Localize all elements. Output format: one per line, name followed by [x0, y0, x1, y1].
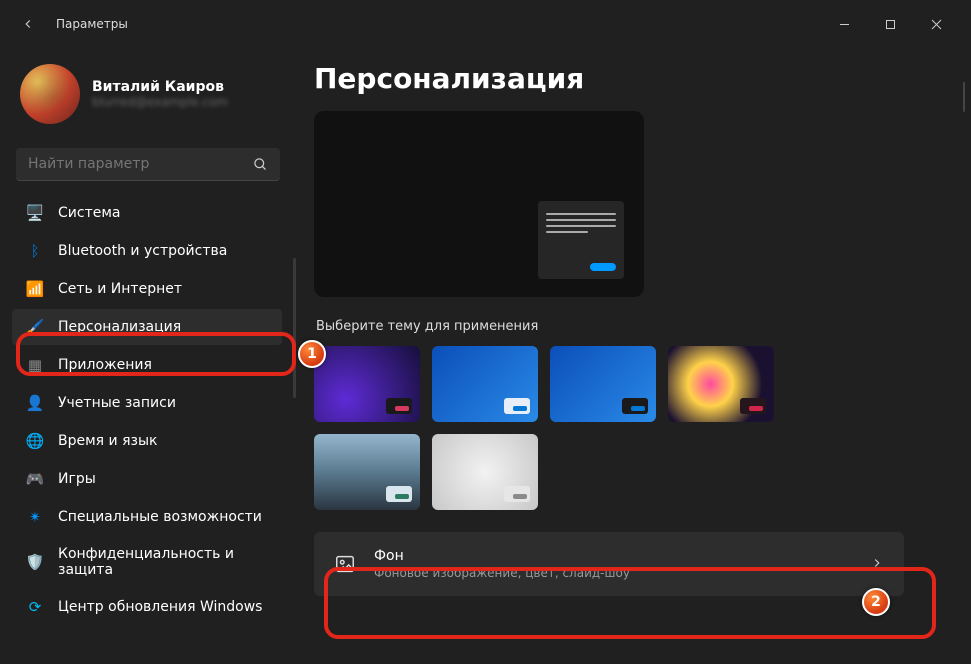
sidebar-item-9[interactable]: 🛡️ Конфиденциальность и защита	[12, 537, 282, 587]
arrow-left-icon	[21, 17, 35, 31]
nav-icon: 🛡️	[26, 553, 44, 571]
sidebar-item-label: Сеть и Интернет	[58, 281, 182, 297]
search-box[interactable]	[16, 148, 280, 181]
sidebar-item-label: Специальные возможности	[58, 509, 262, 525]
sidebar-item-4[interactable]: ▦ Приложения	[12, 347, 282, 383]
theme-chip	[504, 486, 530, 502]
nav-icon: 👤	[26, 394, 44, 412]
page-title: Персонализация	[314, 62, 947, 95]
nav-list: 🖥️ Система ᛒ Bluetooth и устройства 📶 Сеть и …	[12, 195, 284, 625]
sidebar-item-6[interactable]: 🌐 Время и язык	[12, 423, 282, 459]
window-controls	[821, 8, 959, 40]
sidebar-item-label: Bluetooth и устройства	[58, 243, 227, 259]
sidebar-item-8[interactable]: ✴ Специальные возможности	[12, 499, 282, 535]
theme-6[interactable]	[432, 434, 538, 510]
nav-icon: 🖌️	[26, 318, 44, 336]
profile-name: Виталий Каиров	[92, 79, 228, 95]
sidebar-item-label: Центр обновления Windows	[58, 599, 262, 615]
theme-1[interactable]	[314, 346, 420, 422]
sidebar-item-label: Система	[58, 205, 120, 221]
sidebar-item-7[interactable]: 🎮 Игры	[12, 461, 282, 497]
theme-chip	[386, 398, 412, 414]
sidebar-item-2[interactable]: 📶 Сеть и Интернет	[12, 271, 282, 307]
desktop-preview	[314, 111, 644, 297]
maximize-button[interactable]	[867, 8, 913, 40]
image-icon	[334, 553, 356, 575]
sidebar-item-3[interactable]: 🖌️ Персонализация	[12, 309, 282, 345]
setting-title: Фон	[374, 548, 852, 564]
theme-chip	[504, 398, 530, 414]
nav-icon: 📶	[26, 280, 44, 298]
close-icon	[931, 19, 942, 30]
preview-window	[538, 201, 624, 279]
app-title: Параметры	[56, 17, 128, 31]
nav-icon: 🖥️	[26, 204, 44, 222]
nav-icon: 🌐	[26, 432, 44, 450]
avatar	[20, 64, 80, 124]
theme-3[interactable]	[550, 346, 656, 422]
theme-chip	[386, 486, 412, 502]
themes-grid	[314, 346, 784, 510]
nav-icon: ✴	[26, 508, 44, 526]
titlebar: Параметры	[0, 0, 971, 48]
back-button[interactable]	[12, 8, 44, 40]
sidebar-item-5[interactable]: 👤 Учетные записи	[12, 385, 282, 421]
minimize-button[interactable]	[821, 8, 867, 40]
theme-5[interactable]	[314, 434, 420, 510]
setting-background[interactable]: Фон Фоновое изображение, цвет, слайд-шоу	[314, 532, 904, 596]
theme-chip	[622, 398, 648, 414]
main-panel: Персонализация Выберите тему для примене…	[296, 48, 971, 664]
sidebar-item-label: Персонализация	[58, 319, 181, 335]
theme-chip	[740, 398, 766, 414]
main-scrollbar[interactable]	[963, 82, 965, 112]
maximize-icon	[885, 19, 896, 30]
profile-email: blurred@example.com	[92, 95, 228, 109]
search-input[interactable]	[28, 156, 253, 172]
nav-icon: ᛒ	[26, 242, 44, 260]
sidebar-item-label: Учетные записи	[58, 395, 176, 411]
nav-icon: ⟳	[26, 598, 44, 616]
sidebar-item-10[interactable]: ⟳ Центр обновления Windows	[12, 589, 282, 625]
sidebar-item-1[interactable]: ᛒ Bluetooth и устройства	[12, 233, 282, 269]
setting-desc: Фоновое изображение, цвет, слайд-шоу	[374, 566, 852, 580]
sidebar-item-label: Время и язык	[58, 433, 157, 449]
theme-4[interactable]	[668, 346, 774, 422]
sidebar: Виталий Каиров blurred@example.com 🖥️ Сис…	[0, 48, 296, 664]
themes-section-label: Выберите тему для применения	[316, 319, 947, 334]
theme-2[interactable]	[432, 346, 538, 422]
minimize-icon	[839, 19, 850, 30]
sidebar-item-0[interactable]: 🖥️ Система	[12, 195, 282, 231]
close-button[interactable]	[913, 8, 959, 40]
profile-block[interactable]: Виталий Каиров blurred@example.com	[12, 58, 284, 142]
sidebar-item-label: Приложения	[58, 357, 152, 373]
nav-icon: 🎮	[26, 470, 44, 488]
sidebar-item-label: Конфиденциальность и защита	[58, 546, 268, 578]
search-icon	[253, 157, 268, 172]
chevron-right-icon	[870, 555, 884, 574]
sidebar-item-label: Игры	[58, 471, 96, 487]
nav-icon: ▦	[26, 356, 44, 374]
